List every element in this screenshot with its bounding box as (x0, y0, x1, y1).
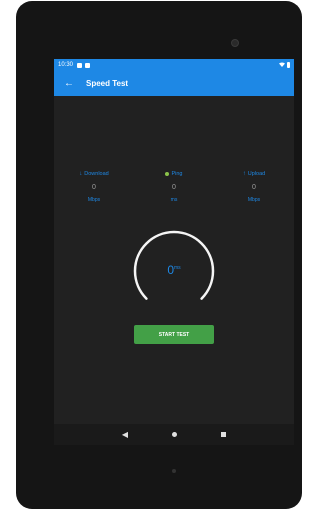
stat-download-label: Download (84, 171, 109, 177)
app-screen: 10:30 ← Speed Test ↓ Download 0 Mbps Pin… (54, 59, 294, 445)
notification-icon (77, 62, 83, 68)
nav-back-icon[interactable]: ◀ (122, 430, 128, 439)
system-nav-bar: ◀ (54, 424, 294, 445)
page-title: Speed Test (86, 79, 129, 88)
start-test-button[interactable]: START TEST (134, 325, 214, 344)
stat-ping-value: 0 (172, 184, 176, 191)
stat-ping-label: Ping (171, 171, 183, 177)
nav-home-icon[interactable] (172, 432, 178, 437)
arrow-down-icon: ↓ (79, 171, 83, 177)
stat-ping-unit: ms (170, 197, 178, 203)
sensor-dot (172, 469, 176, 473)
app-notification-icon (85, 62, 91, 68)
dot-icon (165, 172, 170, 176)
status-time: 10:30 (58, 62, 74, 68)
stat-ping: Ping 0 ms (134, 171, 214, 203)
gauge-value: 0 (167, 263, 174, 277)
stat-upload-value: 0 (252, 184, 256, 191)
battery-icon (287, 62, 290, 68)
stat-upload-label: Upload (247, 171, 266, 177)
gauge-unit: ms (174, 265, 181, 271)
stat-download: ↓ Download 0 Mbps (54, 171, 134, 203)
tablet-frame: 10:30 ← Speed Test ↓ Download 0 Mbps Pin… (16, 1, 302, 509)
arrow-back-icon[interactable]: ← (64, 78, 80, 89)
stat-upload: ↑ Upload 0 Mbps (214, 171, 294, 203)
stats-row: ↓ Download 0 Mbps Ping 0 ms ↑ Upload 0 M… (54, 171, 294, 203)
stat-upload-unit: Mbps (247, 197, 261, 203)
stat-download-value: 0 (92, 184, 96, 191)
stat-download-unit: Mbps (87, 197, 101, 203)
speed-gauge: 0ms (126, 223, 222, 319)
nav-recent-icon[interactable] (221, 432, 227, 437)
camera-icon (231, 39, 239, 47)
arrow-up-icon: ↑ (242, 171, 246, 177)
app-bar: ← Speed Test (54, 71, 294, 96)
wifi-icon (279, 62, 285, 69)
status-bar: 10:30 (54, 59, 294, 71)
